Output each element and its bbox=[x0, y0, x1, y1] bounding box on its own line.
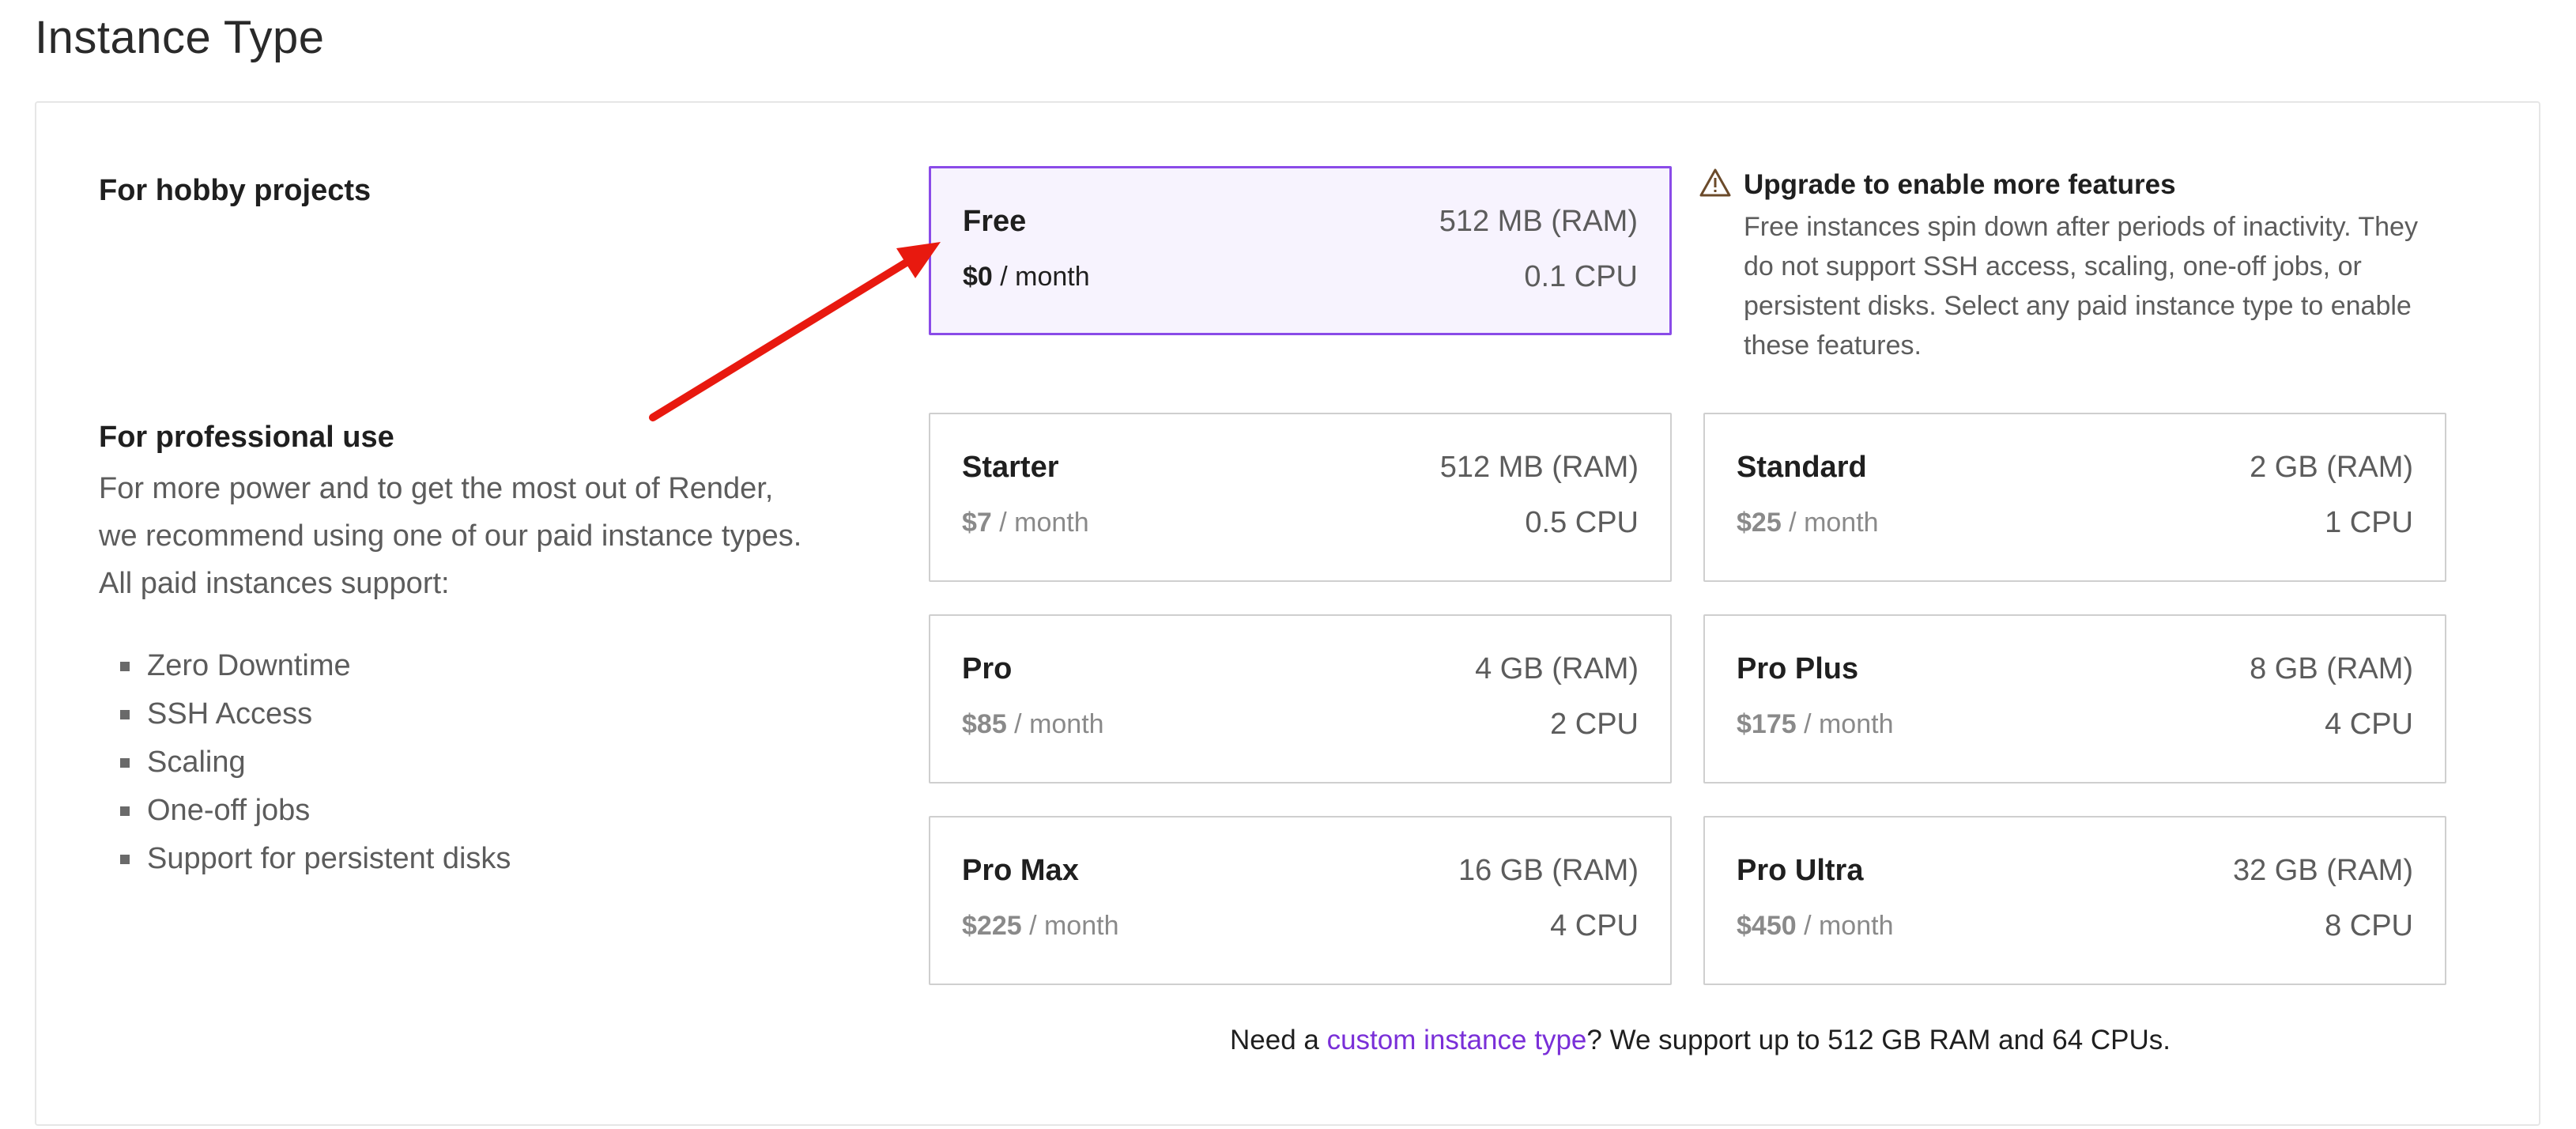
feature-item: One-off jobs bbox=[120, 787, 511, 835]
upgrade-text: Free instances spin down after periods o… bbox=[1744, 212, 2418, 361]
bullet-icon bbox=[120, 710, 130, 719]
instance-ram: 8 GB (RAM) bbox=[2250, 652, 2413, 685]
feature-list: Zero Downtime SSH Access Scaling One-off… bbox=[120, 642, 511, 883]
bullet-icon bbox=[120, 855, 130, 864]
instance-ram: 4 GB (RAM) bbox=[1475, 652, 1639, 685]
upgrade-title: Upgrade to enable more features bbox=[1744, 169, 2176, 200]
instance-card-free[interactable]: Free 512 MB (RAM) $0 / month 0.1 CPU bbox=[929, 166, 1672, 335]
instance-cpu: 4 CPU bbox=[1550, 909, 1639, 942]
feature-item: Zero Downtime bbox=[120, 642, 511, 690]
instance-name: Free bbox=[963, 205, 1027, 238]
instance-cpu: 0.5 CPU bbox=[1525, 506, 1639, 539]
feature-item: Support for persistent disks bbox=[120, 835, 511, 883]
instance-name: Pro Ultra bbox=[1737, 854, 1864, 887]
instance-price: $85 / month bbox=[962, 709, 1104, 739]
instance-card-pro-ultra[interactable]: Pro Ultra 32 GB (RAM) $450 / month 8 CPU bbox=[1703, 816, 2446, 985]
instance-ram: 512 MB (RAM) bbox=[1439, 205, 1638, 238]
instance-cpu: 4 CPU bbox=[2325, 708, 2413, 741]
feature-item: SSH Access bbox=[120, 690, 511, 738]
instance-price: $225 / month bbox=[962, 911, 1119, 941]
instance-ram: 512 MB (RAM) bbox=[1439, 451, 1639, 484]
instance-price: $25 / month bbox=[1737, 508, 1879, 538]
bullet-icon bbox=[120, 662, 130, 671]
instance-card-pro[interactable]: Pro 4 GB (RAM) $85 / month 2 CPU bbox=[929, 614, 1672, 784]
custom-instance-link[interactable]: custom instance type bbox=[1327, 1025, 1587, 1055]
bullet-icon bbox=[120, 806, 130, 816]
bullet-icon bbox=[120, 758, 130, 768]
instance-name: Standard bbox=[1737, 451, 1867, 484]
page-title: Instance Type bbox=[35, 12, 325, 63]
instance-card-pro-max[interactable]: Pro Max 16 GB (RAM) $225 / month 4 CPU bbox=[929, 816, 1672, 985]
professional-description: For more power and to get the most out o… bbox=[99, 472, 802, 600]
hobby-section-label: For hobby projects bbox=[99, 174, 372, 207]
feature-item: Scaling bbox=[120, 738, 511, 787]
instance-cpu: 1 CPU bbox=[2325, 506, 2413, 539]
instance-name: Pro Plus bbox=[1737, 652, 1859, 685]
instance-price: $175 / month bbox=[1737, 709, 1894, 739]
instance-ram: 16 GB (RAM) bbox=[1458, 854, 1639, 887]
instance-price: $450 / month bbox=[1737, 911, 1894, 941]
instance-card-starter[interactable]: Starter 512 MB (RAM) $7 / month 0.5 CPU bbox=[929, 413, 1672, 582]
instance-name: Pro Max bbox=[962, 854, 1079, 887]
instance-price: $0 / month bbox=[963, 262, 1090, 292]
instance-price: $7 / month bbox=[962, 508, 1089, 538]
instance-cpu: 8 CPU bbox=[2325, 909, 2413, 942]
instance-ram: 2 GB (RAM) bbox=[2250, 451, 2413, 484]
instance-card-standard[interactable]: Standard 2 GB (RAM) $25 / month 1 CPU bbox=[1703, 413, 2446, 582]
instance-name: Starter bbox=[962, 451, 1059, 484]
instance-card-pro-plus[interactable]: Pro Plus 8 GB (RAM) $175 / month 4 CPU bbox=[1703, 614, 2446, 784]
instance-cpu: 2 CPU bbox=[1550, 708, 1639, 741]
instance-cpu: 0.1 CPU bbox=[1524, 260, 1638, 293]
warning-triangle-icon bbox=[1699, 168, 1731, 197]
custom-instance-note: Need a custom instance type? We support … bbox=[1230, 1025, 2171, 1055]
instance-ram: 32 GB (RAM) bbox=[2232, 854, 2413, 887]
instance-name: Pro bbox=[962, 652, 1013, 685]
professional-section-label: For professional use bbox=[99, 421, 394, 454]
